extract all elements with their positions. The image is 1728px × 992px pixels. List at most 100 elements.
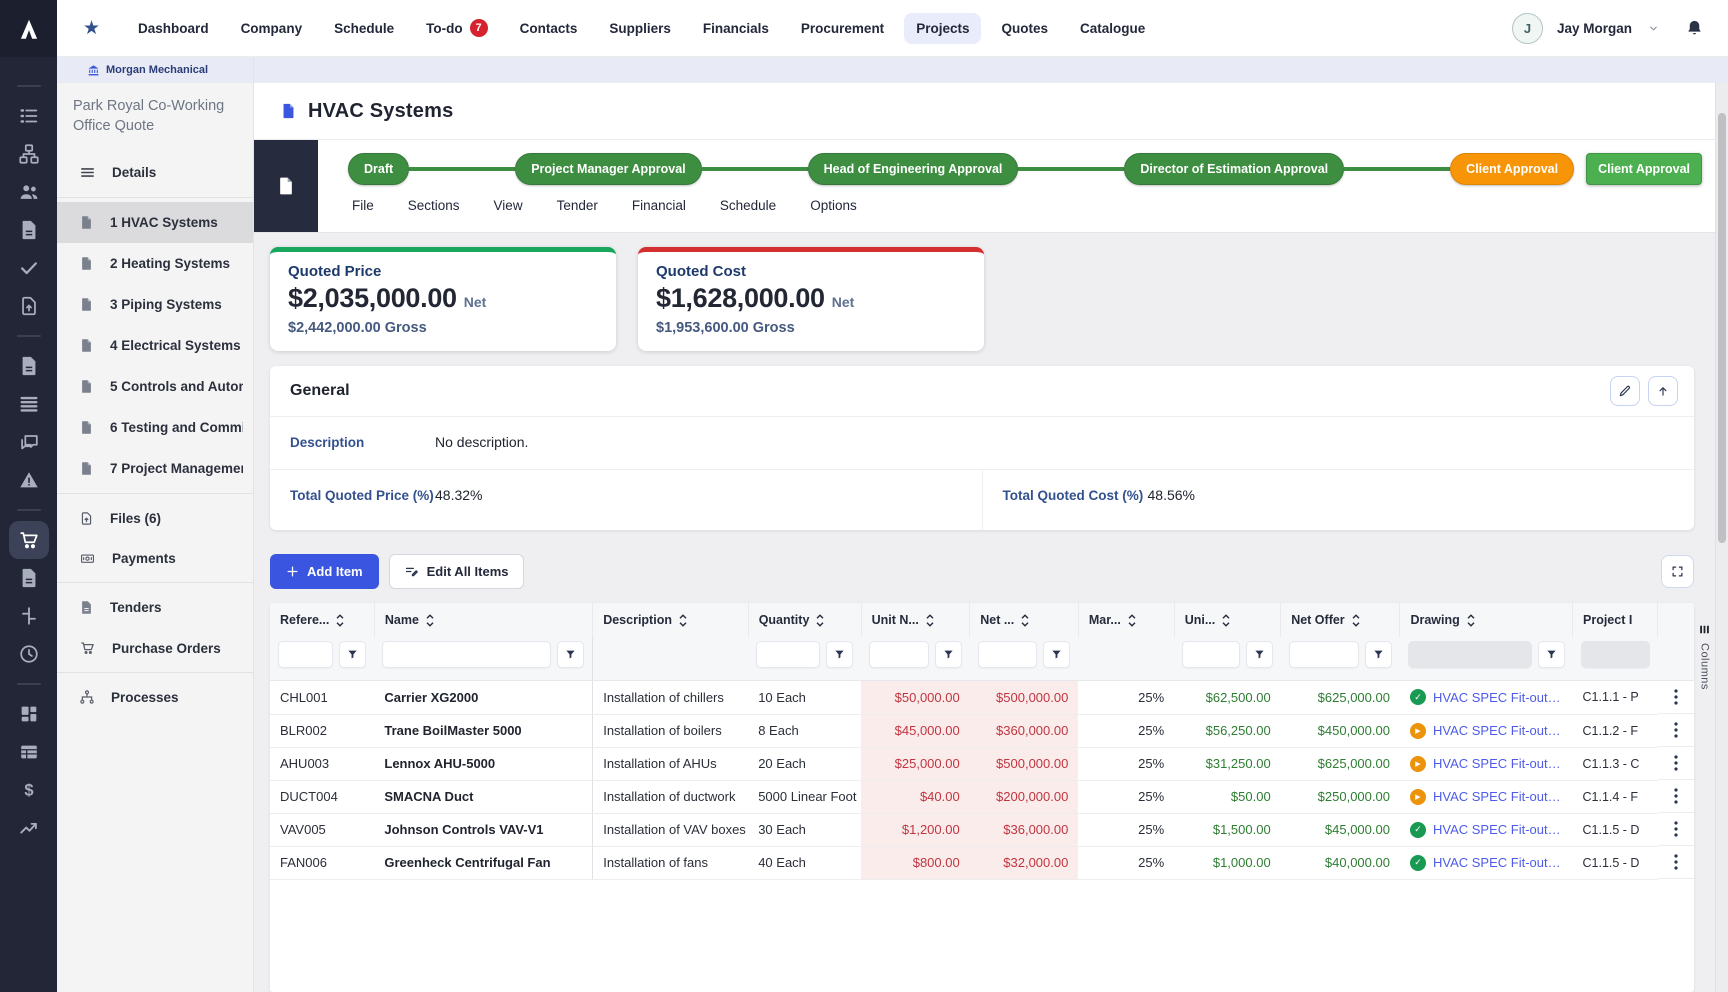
workflow-step-draft[interactable]: Draft	[348, 153, 409, 185]
nav-suppliers[interactable]: Suppliers	[597, 13, 683, 44]
cart-icon-active[interactable]	[9, 521, 49, 559]
sort-icon[interactable]	[1021, 614, 1029, 627]
file-upload-icon[interactable]	[9, 287, 49, 325]
split-merge-icon[interactable]	[9, 597, 49, 635]
drawing-link[interactable]: HVAC SPEC Fit-out 10...	[1433, 855, 1563, 870]
workflow-step-engineering-approval[interactable]: Head of Engineering Approval	[808, 153, 1019, 185]
sort-icon[interactable]	[1222, 614, 1230, 627]
row-menu-button[interactable]	[1658, 714, 1694, 747]
nav-quotes[interactable]: Quotes	[989, 13, 1060, 44]
filter-reference-funnel[interactable]	[339, 641, 366, 668]
drawing-link[interactable]: HVAC SPEC Fit-out 10...	[1433, 822, 1563, 837]
filter-drawing-funnel[interactable]	[1538, 641, 1565, 668]
sidebar-item-section-4[interactable]: 4 Electrical Systems	[57, 325, 253, 366]
favorite-star-icon[interactable]: ★	[83, 17, 100, 40]
sort-icon[interactable]	[1128, 614, 1136, 627]
filter-net-funnel[interactable]	[1043, 641, 1070, 668]
sidebar-item-section-6[interactable]: 6 Testing and Commission	[57, 407, 253, 448]
quote-document-icon[interactable]	[9, 347, 49, 385]
add-item-button[interactable]: Add Item	[270, 554, 379, 589]
sidebar-item-payments[interactable]: Payments	[57, 539, 253, 578]
table-row[interactable]: BLR002 Trane BoilMaster 5000 Installatio…	[270, 714, 1694, 747]
scrollbar-thumb[interactable]	[1718, 113, 1726, 543]
nav-procurement[interactable]: Procurement	[789, 13, 896, 44]
collapse-button[interactable]	[1648, 376, 1678, 406]
edit-button[interactable]	[1610, 376, 1640, 406]
filter-reference-input[interactable]	[278, 641, 333, 668]
tasks-check-icon[interactable]	[9, 249, 49, 287]
nav-financials[interactable]: Financials	[691, 13, 781, 44]
sort-icon[interactable]	[1352, 614, 1360, 627]
row-menu-button[interactable]	[1658, 813, 1694, 846]
workflow-step-estimation-approval[interactable]: Director of Estimation Approval	[1124, 153, 1344, 185]
notifications-bell-icon[interactable]	[1685, 18, 1704, 38]
clock-icon[interactable]	[9, 635, 49, 673]
table-icon[interactable]	[9, 733, 49, 771]
nav-schedule[interactable]: Schedule	[322, 13, 406, 44]
drawing-link[interactable]: HVAC SPEC Fit-out 10...	[1433, 789, 1563, 804]
filter-unit-net-input[interactable]	[869, 641, 929, 668]
document-icon[interactable]	[9, 211, 49, 249]
sidebar-item-section-1[interactable]: 1 HVAC Systems	[57, 202, 253, 243]
user-name[interactable]: Jay Morgan	[1557, 21, 1632, 36]
avatar[interactable]: J	[1512, 13, 1543, 44]
filter-net-input[interactable]	[978, 641, 1038, 668]
menu-options[interactable]: Options	[810, 198, 857, 213]
menu-file[interactable]: File	[352, 198, 374, 213]
sidebar-item-purchase-orders[interactable]: Purchase Orders	[57, 628, 253, 668]
edit-all-items-button[interactable]: Edit All Items	[389, 554, 524, 589]
sidebar-item-section-3[interactable]: 3 Piping Systems	[57, 284, 253, 325]
sidebar-item-processes[interactable]: Processes	[57, 677, 253, 717]
sidebar-item-section-5[interactable]: 5 Controls and Automatio	[57, 366, 253, 407]
archdesk-logo[interactable]	[0, 0, 57, 57]
client-approval-button[interactable]: Client Approval	[1586, 153, 1702, 185]
menu-financial[interactable]: Financial	[632, 198, 686, 213]
table-row[interactable]: FAN006 Greenheck Centrifugal Fan Install…	[270, 846, 1694, 879]
trending-up-icon[interactable]	[9, 809, 49, 847]
filter-quantity-funnel[interactable]	[826, 641, 853, 668]
nav-catalogue[interactable]: Catalogue	[1068, 13, 1157, 44]
sort-icon[interactable]	[426, 614, 434, 627]
filter-quantity-input[interactable]	[756, 641, 820, 668]
menu-view[interactable]: View	[494, 198, 523, 213]
nav-contacts[interactable]: Contacts	[508, 13, 590, 44]
filter-unit-net-funnel[interactable]	[935, 641, 962, 668]
sitemap-icon[interactable]	[9, 135, 49, 173]
active-document-tab[interactable]	[254, 140, 318, 232]
workflow-step-client-approval[interactable]: Client Approval	[1450, 153, 1574, 185]
chat-icon[interactable]	[9, 423, 49, 461]
table-row[interactable]: DUCT004 SMACNA Duct Installation of duct…	[270, 780, 1694, 813]
sort-icon[interactable]	[816, 614, 824, 627]
menu-schedule[interactable]: Schedule	[720, 198, 776, 213]
fullscreen-button[interactable]	[1661, 555, 1694, 588]
dollar-icon[interactable]: $	[9, 771, 49, 809]
filter-net-offer-input[interactable]	[1289, 641, 1359, 668]
workflow-step-pm-approval[interactable]: Project Manager Approval	[515, 153, 701, 185]
contacts-icon[interactable]	[9, 173, 49, 211]
filter-unit-offer-funnel[interactable]	[1246, 641, 1273, 668]
table-row[interactable]: CHL001 Carrier XG2000 Installation of ch…	[270, 681, 1694, 715]
columns-panel-toggle[interactable]: Columns	[1698, 623, 1711, 690]
dashboard-grid-icon[interactable]	[9, 695, 49, 733]
warning-icon[interactable]	[9, 461, 49, 499]
sidebar-item-section-7[interactable]: 7 Project Management	[57, 448, 253, 489]
filter-name-input[interactable]	[382, 641, 551, 668]
drawing-link[interactable]: HVAC SPEC Fit-out 10...	[1433, 690, 1563, 705]
row-menu-button[interactable]	[1658, 780, 1694, 813]
org-breadcrumb[interactable]: Morgan Mechanical	[57, 57, 253, 83]
table-row[interactable]: VAV005 Johnson Controls VAV-V1 Installat…	[270, 813, 1694, 846]
sort-icon[interactable]	[926, 614, 934, 627]
invoice-icon[interactable]	[9, 559, 49, 597]
nav-projects[interactable]: Projects	[904, 13, 981, 44]
filter-net-offer-funnel[interactable]	[1365, 641, 1392, 668]
drawing-link[interactable]: HVAC SPEC Fit-out 10...	[1433, 756, 1563, 771]
nav-company[interactable]: Company	[229, 13, 315, 44]
sort-icon[interactable]	[679, 614, 687, 627]
nav-dashboard[interactable]: Dashboard	[126, 13, 221, 44]
chevron-down-icon[interactable]	[1648, 23, 1659, 34]
drawing-link[interactable]: HVAC SPEC Fit-out 10...	[1433, 723, 1563, 738]
sort-icon[interactable]	[336, 614, 344, 627]
rows-icon[interactable]	[9, 385, 49, 423]
sidebar-item-files[interactable]: Files (6)	[57, 498, 253, 539]
row-menu-button[interactable]	[1658, 846, 1694, 879]
